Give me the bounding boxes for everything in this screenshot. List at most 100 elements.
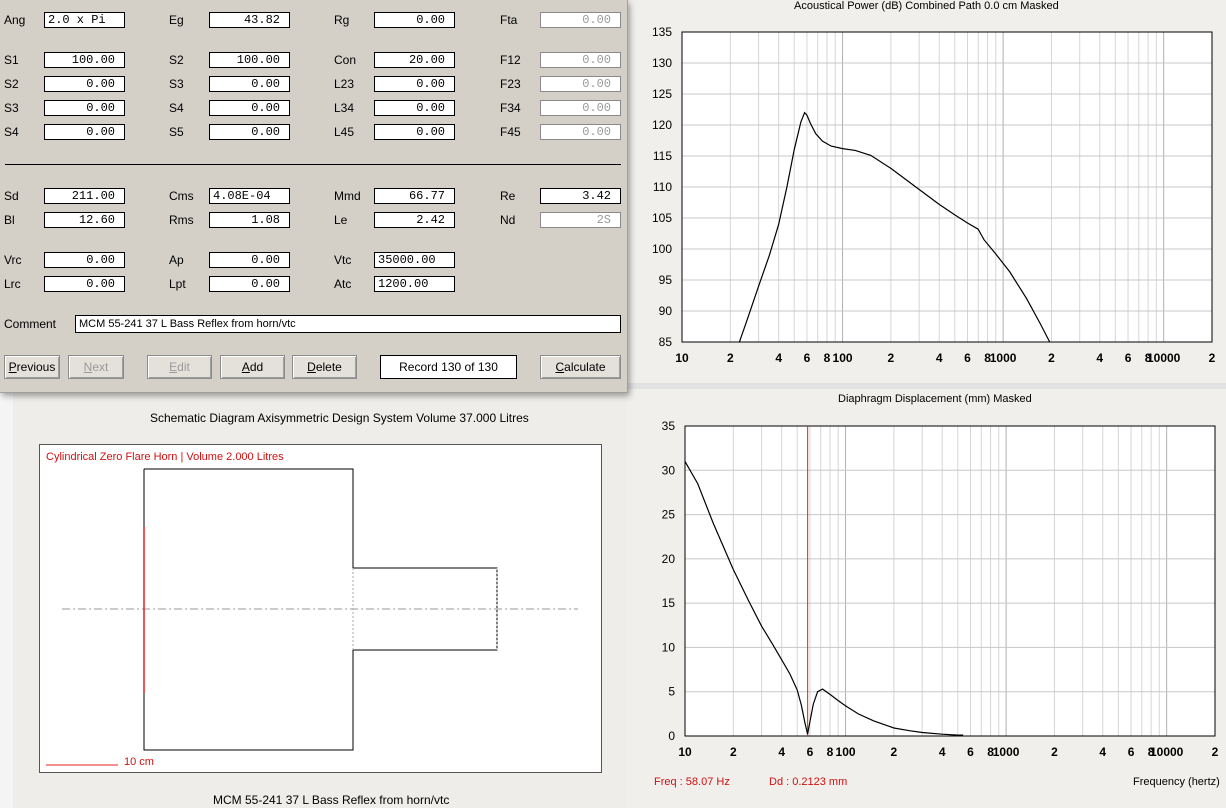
x-tick-label: 2 [1048,351,1055,365]
x-tick-label: 4 [778,745,785,759]
calculate-button[interactable]: Calculate [540,355,621,379]
param-label: S5 [169,125,184,139]
x-tick-label: 1000 [993,745,1020,759]
param-field[interactable]: 2.42 [374,212,455,228]
delete-button[interactable]: Delete [292,355,357,379]
param-field[interactable]: 35000.00 [374,252,455,268]
param-field[interactable]: 3.42 [540,188,621,204]
param-field[interactable]: 0.00 [540,124,621,140]
y-tick-label: 90 [659,304,673,318]
x-tick-label: 2 [891,745,898,759]
param-field[interactable]: 2.0 x Pi [44,12,125,28]
param-field[interactable]: 0.00 [44,276,125,292]
add-label: dd [249,360,264,374]
y-tick-label: 20 [662,552,676,566]
y-tick-label: 0 [668,729,675,743]
param-field[interactable]: 0.00 [540,76,621,92]
schematic-drawing [46,468,578,766]
y-tick-label: 125 [652,87,672,101]
y-tick-label: 5 [668,685,675,699]
param-field[interactable]: 1200.00 [374,276,455,292]
param-label: Lpt [169,277,186,291]
param-label: Vrc [4,253,22,267]
param-label: Re [500,189,516,203]
x-tick-label: 8 [827,745,834,759]
param-label: F12 [500,53,521,67]
param-field[interactable]: 12.60 [44,212,125,228]
param-field[interactable]: 2S [540,212,621,228]
delete-label: elete [315,360,342,374]
param-field[interactable]: 43.82 [209,12,290,28]
acoustic-power-window: Acoustical Power (dB) Combined Path 0.0 … [627,0,1226,383]
param-field[interactable]: 0.00 [44,124,125,140]
param-field[interactable]: 1.08 [209,212,290,228]
x-tick-label: 6 [964,351,971,365]
previous-button[interactable]: Previous [4,355,60,379]
y-tick-label: 35 [662,419,676,433]
param-field[interactable]: 0.00 [209,124,290,140]
x-tick-label: 10 [675,351,689,365]
y-tick-label: 30 [662,463,676,477]
param-label: Lrc [4,277,21,291]
param-label: Atc [334,277,352,291]
param-label: F34 [500,101,521,115]
param-field[interactable]: 100.00 [44,52,125,68]
add-hotkey: A [241,360,250,374]
param-field[interactable]: 0.00 [374,124,455,140]
param-label: L23 [334,77,355,91]
param-field[interactable]: 0.00 [540,100,621,116]
y-tick-label: 135 [652,25,672,39]
param-field[interactable]: 211.00 [44,188,125,204]
x-axis-label: Frequency (hertz) [1133,776,1220,788]
param-label: S4 [4,125,19,139]
param-field[interactable]: 0.00 [44,76,125,92]
param-label: Mmd [334,189,361,203]
add-button[interactable]: Add [220,355,285,379]
x-tick-label: 2 [1209,351,1216,365]
param-field[interactable]: 20.00 [374,52,455,68]
param-field[interactable]: 0.00 [209,100,290,116]
calculate-label: alculate [564,360,606,374]
comment-field[interactable]: MCM 55-241 37 L Bass Reflex from horn/vt… [75,315,621,333]
y-tick-label: 130 [652,56,672,70]
y-tick-label: 85 [659,335,673,349]
param-label: S2 [169,53,184,67]
param-field[interactable]: 100.00 [209,52,290,68]
edit-label: dit [177,360,190,374]
y-tick-label: 15 [662,596,676,610]
param-field[interactable]: 0.00 [209,252,290,268]
next-button[interactable]: Next [68,355,124,379]
displacement-window: Diaphragm Displacement (mm) Masked 0 5 10 1… [627,389,1226,808]
y-tick-label: 120 [652,118,672,132]
param-field[interactable]: 0.00 [44,252,125,268]
edit-button[interactable]: Edit [147,355,212,379]
param-field[interactable]: 0.00 [44,100,125,116]
x-tick-label: 2 [1051,745,1058,759]
x-tick-label: 6 [1128,745,1135,759]
param-label: Nd [500,213,516,227]
y-tick-label: 10 [662,640,676,654]
param-field[interactable]: 0.00 [540,52,621,68]
param-label: Cms [169,189,194,203]
y-tick-label: 100 [652,242,672,256]
param-label: Vtc [334,253,352,267]
param-field[interactable]: 0.00 [540,12,621,28]
param-field[interactable]: 66.77 [374,188,455,204]
plot-area [685,426,1215,736]
param-field[interactable]: 0.00 [374,100,455,116]
y-tick-label: 115 [653,149,672,163]
param-field[interactable]: 0.00 [374,76,455,92]
schematic-footer: MCM 55-241 37 L Bass Reflex from horn/vt… [213,793,450,807]
displacement-chart: 0510152025303510 2 4 6 8 100 2 4 6 81000 2 4 6 810000… [662,419,1219,759]
param-field[interactable]: 0.00 [209,76,290,92]
x-tick-label: 6 [967,745,974,759]
param-label: S3 [169,77,184,91]
x-tick-label: 2 [888,351,895,365]
x-tick-label: 4 [939,745,946,759]
param-field[interactable]: 0.00 [209,276,290,292]
param-field[interactable]: 4.08E-04 [209,188,290,204]
param-field[interactable]: 0.00 [374,12,455,28]
x-tick-label: 6 [804,351,811,365]
x-tick-label: 6 [807,745,814,759]
param-label: Ap [169,253,184,267]
